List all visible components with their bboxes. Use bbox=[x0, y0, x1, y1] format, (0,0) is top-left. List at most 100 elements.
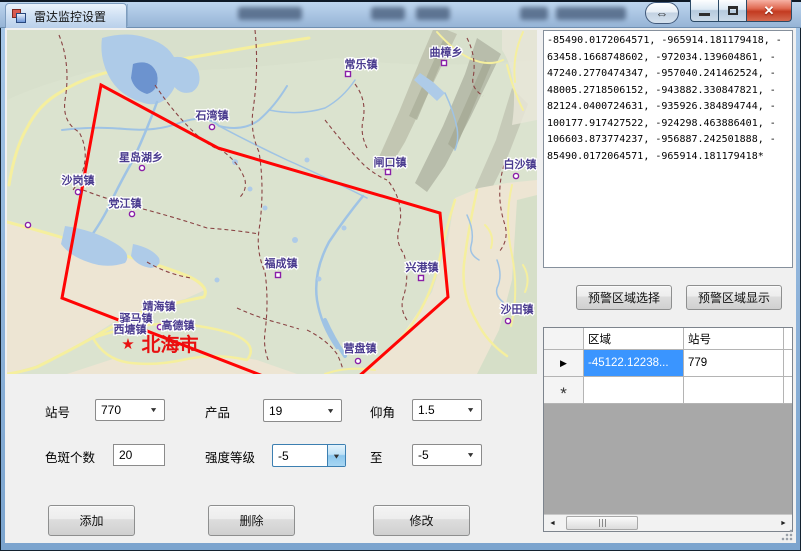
elevation-label: 仰角 bbox=[370, 402, 395, 421]
chevron-down-icon: ▼ bbox=[326, 406, 335, 414]
to-label: 至 bbox=[370, 447, 383, 466]
product-combo[interactable]: 19 ▼ bbox=[263, 399, 342, 422]
warning-area-select-button[interactable]: 预警区域选择 bbox=[576, 285, 672, 310]
cell-filler bbox=[784, 350, 792, 377]
to-combo[interactable]: -5 ▼ bbox=[412, 444, 482, 466]
redacted-text bbox=[520, 7, 548, 20]
town-label: 党江镇 bbox=[109, 196, 142, 210]
to-value: -5 bbox=[418, 448, 429, 462]
cell-station[interactable]: 779 bbox=[684, 350, 784, 377]
title-bar[interactable]: 雷达监控设置 ⇔ ✕ bbox=[0, 0, 801, 28]
chevron-down-icon: ▼ bbox=[466, 451, 475, 459]
chevron-down-icon: ▼ bbox=[332, 452, 341, 460]
minimize-icon bbox=[699, 13, 710, 16]
area-data-grid[interactable]: 区域 站号 ▶ -45122.12238... 779 * bbox=[543, 327, 793, 532]
city-star-icon: ★ bbox=[121, 336, 134, 353]
town-label: 闸口镇 bbox=[374, 155, 407, 169]
intensity-value: -5 bbox=[278, 449, 289, 463]
table-row-new[interactable]: * bbox=[544, 377, 792, 404]
navigate-windows-button[interactable]: ⇔ bbox=[645, 2, 679, 24]
dropdown-button[interactable]: ▼ bbox=[327, 445, 345, 466]
minimize-button[interactable] bbox=[690, 0, 718, 22]
cell-area-empty[interactable] bbox=[584, 377, 684, 404]
town-marker-icon bbox=[209, 124, 214, 129]
form-client-area: 常乐镇曲樟乡石湾镇闸口镇白沙镇星岛湖乡沙岗镇党江镇福成镇兴港镇营盘镇沙田镇靖海镇… bbox=[5, 28, 796, 543]
intensity-label: 强度等级 bbox=[205, 447, 255, 466]
redacted-text bbox=[556, 7, 626, 20]
row-header-cell[interactable]: * bbox=[544, 377, 584, 404]
town-marker-icon bbox=[276, 273, 281, 278]
double-arrow-icon: ⇔ bbox=[656, 6, 669, 21]
delete-button[interactable]: 删除 bbox=[208, 505, 295, 536]
cell-area[interactable]: -45122.12238... bbox=[584, 350, 684, 377]
intensity-combo[interactable]: -5 ▼ bbox=[272, 444, 346, 467]
warning-area-display-button[interactable]: 预警区域显示 bbox=[686, 285, 782, 310]
scroll-left-icon[interactable]: ◄ bbox=[544, 515, 561, 531]
cell-station-empty[interactable] bbox=[684, 377, 784, 404]
maximize-button[interactable] bbox=[718, 0, 746, 22]
app-window: 雷达监控设置 ⇔ ✕ bbox=[0, 0, 801, 551]
spot-count-label: 色斑个数 bbox=[45, 447, 95, 466]
grid-horizontal-scrollbar[interactable]: ◄ ► bbox=[544, 514, 792, 531]
city-label: 北海市 bbox=[141, 333, 198, 356]
caption-buttons: ✕ bbox=[690, 0, 792, 22]
scrollbar-thumb[interactable] bbox=[566, 516, 638, 530]
town-marker-icon bbox=[25, 222, 30, 227]
maximize-icon bbox=[728, 6, 738, 15]
town-marker-icon bbox=[139, 165, 144, 170]
town-label: 沙田镇 bbox=[501, 302, 534, 316]
station-combo[interactable]: 770 ▼ bbox=[95, 399, 165, 421]
grid-header-filler bbox=[784, 328, 792, 350]
town-label: 营盘镇 bbox=[344, 341, 377, 355]
grid-header-station[interactable]: 站号 bbox=[684, 328, 784, 350]
close-button[interactable]: ✕ bbox=[746, 0, 792, 22]
coordinates-textbox[interactable]: -85490.0172064571, -965914.181179418, - … bbox=[543, 30, 793, 268]
town-marker-icon bbox=[129, 211, 134, 216]
town-marker-icon bbox=[355, 358, 360, 363]
redacted-text bbox=[416, 7, 450, 20]
current-row-icon: ▶ bbox=[560, 358, 567, 369]
radar-map[interactable]: 常乐镇曲樟乡石湾镇闸口镇白沙镇星岛湖乡沙岗镇党江镇福成镇兴港镇营盘镇沙田镇靖海镇… bbox=[7, 30, 537, 374]
grid-header-row: 区域 站号 bbox=[544, 328, 792, 350]
grid-header-area[interactable]: 区域 bbox=[584, 328, 684, 350]
map-terrain bbox=[7, 30, 537, 374]
town-label: 星岛湖乡 bbox=[119, 150, 163, 164]
town-marker-icon bbox=[346, 72, 351, 77]
app-icon bbox=[12, 8, 28, 24]
elevation-value: 1.5 bbox=[418, 403, 435, 417]
town-label: 沙岗镇 bbox=[62, 173, 95, 187]
town-label: 高德镇 bbox=[162, 318, 195, 332]
town-label: 白沙镇 bbox=[504, 157, 537, 171]
new-row-icon: * bbox=[560, 390, 567, 398]
town-marker-icon bbox=[505, 318, 510, 323]
town-marker-icon bbox=[386, 170, 391, 175]
elevation-combo[interactable]: 1.5 ▼ bbox=[412, 399, 482, 421]
product-label: 产品 bbox=[205, 402, 230, 421]
map-city: ★ 北海市 bbox=[121, 333, 198, 356]
town-label: 靖海镇 bbox=[143, 299, 176, 313]
town-label: 石湾镇 bbox=[195, 108, 229, 122]
spot-count-input[interactable]: 20 bbox=[113, 444, 165, 466]
add-button[interactable]: 添加 bbox=[48, 505, 135, 536]
town-marker-icon bbox=[419, 276, 424, 281]
window-title-tab[interactable]: 雷达监控设置 bbox=[5, 3, 127, 28]
resize-grip[interactable] bbox=[781, 529, 793, 541]
table-row[interactable]: ▶ -45122.12238... 779 bbox=[544, 350, 792, 377]
redacted-text bbox=[238, 7, 302, 20]
town-label: 驿马镇 bbox=[120, 311, 153, 325]
map-canvas: 常乐镇曲樟乡石湾镇闸口镇白沙镇星岛湖乡沙岗镇党江镇福成镇兴港镇营盘镇沙田镇靖海镇… bbox=[7, 30, 537, 374]
town-marker-icon bbox=[442, 61, 447, 66]
town-label: 常乐镇 bbox=[345, 57, 378, 71]
close-icon: ✕ bbox=[764, 3, 775, 19]
cell-filler bbox=[784, 377, 792, 404]
redacted-text bbox=[371, 7, 405, 20]
grid-corner-cell bbox=[544, 328, 584, 350]
row-header-cell[interactable]: ▶ bbox=[544, 350, 584, 377]
town-label: 兴港镇 bbox=[406, 260, 439, 274]
station-label: 站号 bbox=[45, 402, 70, 421]
modify-button[interactable]: 修改 bbox=[373, 505, 470, 536]
town-marker-icon bbox=[75, 189, 80, 194]
chevron-down-icon: ▼ bbox=[466, 406, 475, 414]
town-label: 西塘镇 bbox=[114, 322, 147, 336]
product-value: 19 bbox=[269, 404, 282, 418]
